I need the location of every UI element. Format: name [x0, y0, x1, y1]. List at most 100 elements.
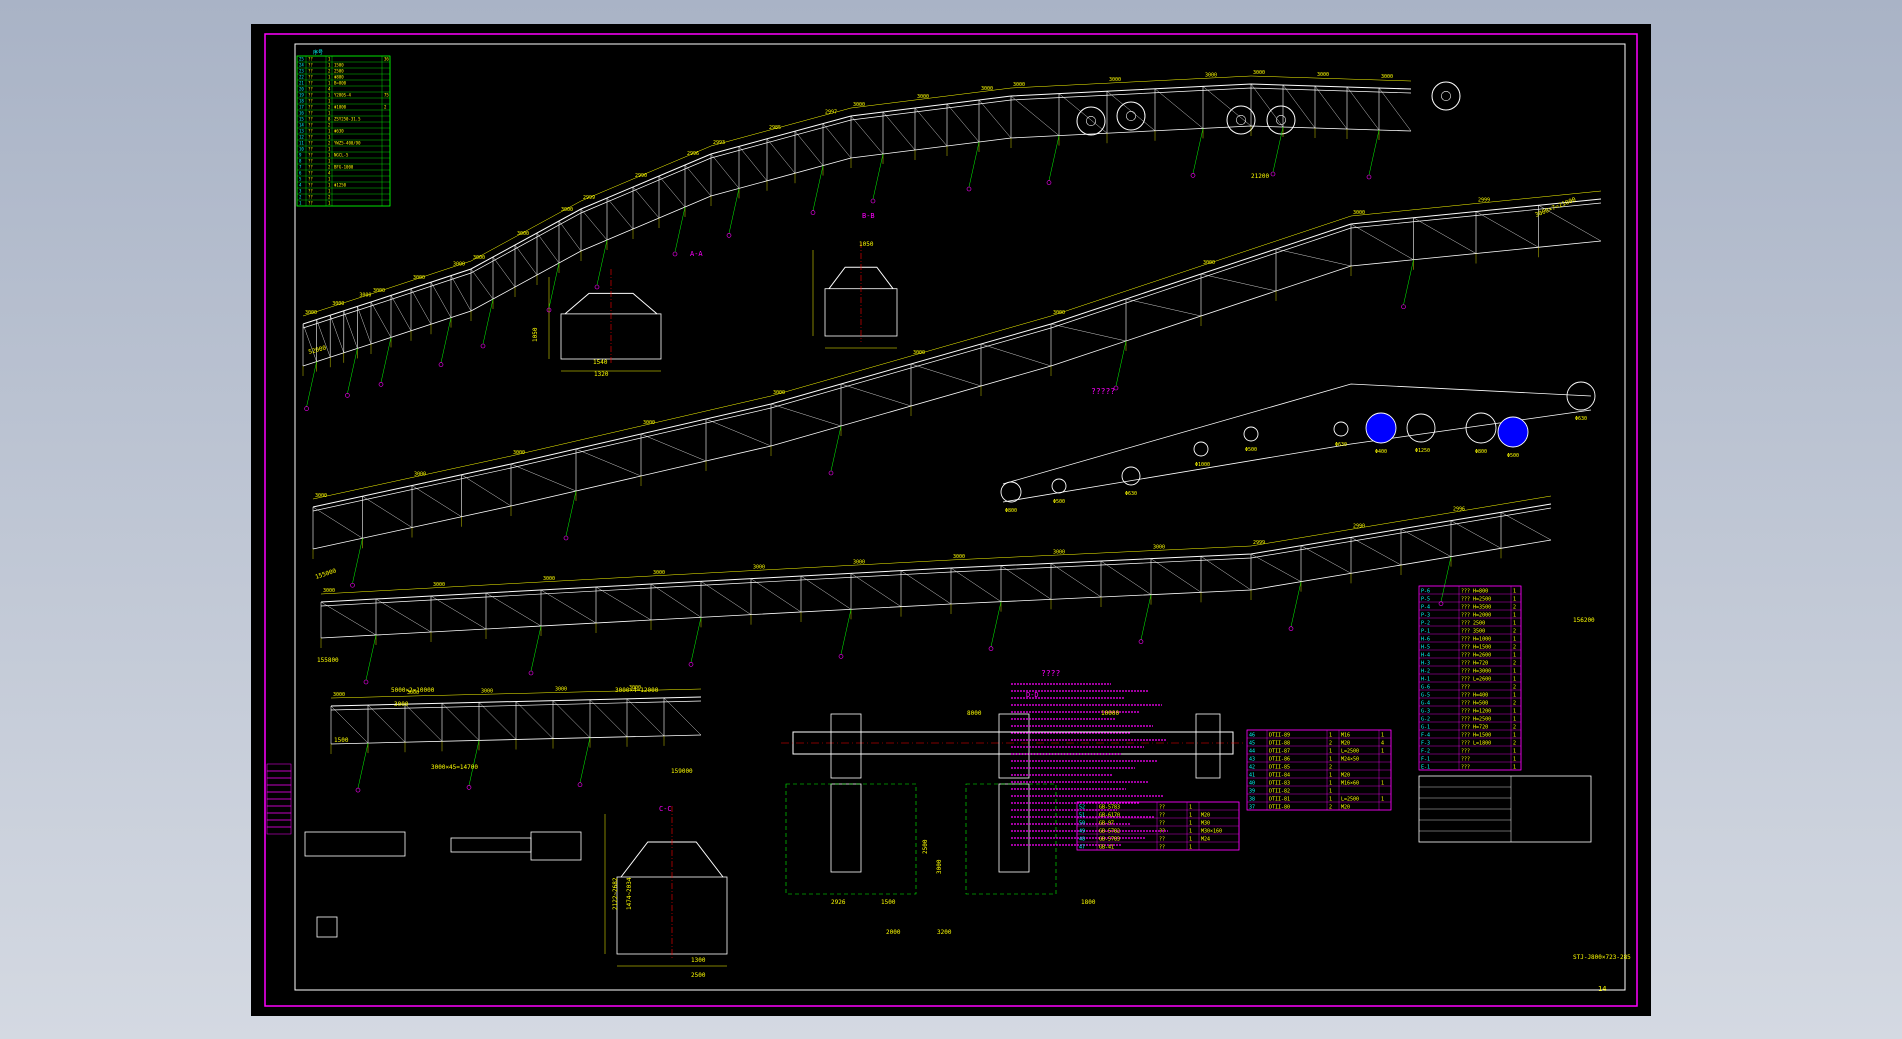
side-strip-cell [266, 819, 292, 828]
view1-brace [978, 99, 1012, 139]
bom-left-cell: 1 [328, 183, 331, 188]
view2-brace [575, 448, 642, 477]
scheme-pulley-label: Φ630 [1125, 491, 1137, 497]
bom-right-cell: H-4 [1421, 653, 1430, 659]
bom-right-cell: 1 [1513, 621, 1516, 627]
view2-dim-label: 3000 [315, 493, 327, 499]
view3-dim-label: 2999 [1253, 540, 1265, 546]
view1-dim-label: 3000 [1205, 72, 1217, 78]
scheme-pulley-label: Φ630 [1575, 416, 1587, 422]
view3-leader [1440, 556, 1452, 602]
bom-low-cell: 49 [1079, 829, 1085, 835]
bom-left-cell: ?? [308, 147, 313, 152]
view2-top-rail [312, 198, 1602, 508]
view1-leader [380, 337, 392, 383]
bom-left-cell: 8 [328, 117, 331, 122]
sec-c-width: 1300 [691, 957, 706, 964]
view4-brace [367, 704, 406, 743]
bom-right-cell: H-1 [1421, 677, 1430, 683]
view2-dim-label: 3000 [643, 420, 655, 426]
bom-left-cell: 1 [328, 111, 331, 116]
scheme-title: ????? [1091, 387, 1115, 396]
bom-right-cell: ??? [1461, 765, 1470, 771]
bom-left-cell: ?? [308, 123, 313, 128]
motor-unit [830, 783, 862, 873]
bom-left-cell: 2 [328, 123, 331, 128]
view3-leader [990, 601, 1002, 647]
view2-leader [1403, 259, 1414, 305]
scheme-pulley-label: Φ500 [1507, 453, 1519, 459]
view1-dim-label: 2997 [825, 110, 837, 116]
bom-mid-cell: 37 [1249, 805, 1255, 811]
view1-brace [390, 295, 412, 331]
bom-low-cell: 1 [1189, 813, 1192, 819]
view1-leader [1368, 129, 1380, 176]
bom-right-cell: ??? L=2600 [1461, 677, 1491, 683]
bom-low-cell: ?? [1159, 845, 1165, 851]
view1-dim-label: 3000 [1013, 82, 1025, 88]
view4-dim-e: 3000 [394, 701, 409, 708]
view3-leader [840, 609, 852, 655]
tail-plan [304, 831, 406, 857]
view1-brace [766, 138, 796, 174]
view1-brace [450, 275, 472, 312]
bom-mid-cell: DTII-80 [1269, 805, 1290, 811]
view3-leader [690, 617, 702, 663]
leader-layer [304, 126, 1452, 895]
bom-left-cell: ?? [308, 195, 313, 200]
scheme-pulley [1406, 413, 1436, 443]
drive-width-b: 1800 [1081, 899, 1096, 906]
bom-mid-cell: 2 [1329, 765, 1332, 771]
bom-mid-cell: 46 [1249, 733, 1255, 739]
bom-left-cell: B=800 [334, 81, 347, 86]
view1-balloon [672, 251, 678, 257]
bom-left-cell: 3 [299, 189, 302, 194]
scheme-pulley-label: Φ1000 [1195, 462, 1210, 468]
bom-right-cell: ??? H=2500 [1461, 717, 1491, 723]
bom-left-cell: 4 [328, 171, 331, 176]
bom-mid-cell: 2 [1329, 741, 1332, 747]
bom-right-cell: ??? [1461, 685, 1470, 691]
bom-right-cell: 2 [1513, 725, 1516, 731]
structure-layer [302, 81, 1602, 960]
bom-right-cell: ??? H=2000 [1461, 613, 1491, 619]
view2-balloon [828, 470, 834, 476]
view1-brace [1058, 93, 1108, 134]
bom-left-cell: 19 [299, 93, 304, 98]
view1-brace [946, 103, 980, 143]
view1-dim-line [302, 75, 1412, 317]
view1-brace [343, 310, 358, 349]
drive-pulley-hub [1126, 111, 1136, 121]
notes-title: ???? [1041, 669, 1060, 678]
bom-mid-cell: M16 [1341, 733, 1350, 739]
view2-total-length: 155000 [314, 567, 337, 580]
view1-dim-label: 3000 [1109, 77, 1121, 83]
drive-dim-a: 2926 [831, 899, 846, 906]
view1-brace [1010, 95, 1060, 136]
bom-right-cell: 2 [1513, 661, 1516, 667]
view1-dim-label: 3000 [332, 301, 344, 307]
bom-right-cell: H-2 [1421, 669, 1430, 675]
bom-left-cell: 1 [328, 177, 331, 182]
view3-top-rail [320, 503, 1552, 603]
bom-low-cell: GB-5783 [1099, 837, 1120, 843]
bom-left-cell: ?? [308, 75, 313, 80]
bom-low-cell: 51 [1079, 813, 1085, 819]
bom-right-cell: ??? H=3000 [1461, 669, 1491, 675]
view1-dim-label: 3000 [517, 231, 529, 237]
bom-right-cell: E-1 [1421, 765, 1430, 771]
bom-left-cell: 14 [299, 123, 304, 128]
bom-mid-cell: 1 [1381, 797, 1384, 803]
scheme-pulley [1365, 412, 1397, 444]
view2-brace [705, 418, 772, 447]
view3-balloon [988, 646, 994, 651]
bom-left-cell: 22 [299, 75, 304, 80]
bom-left-cell: Φ1250 [334, 183, 347, 188]
view2-balloon [563, 535, 569, 541]
bom-right-cell: G-4 [1421, 701, 1430, 707]
bom-left-cell: 1 [328, 201, 331, 206]
view1-balloon [1366, 174, 1372, 180]
bom-left-cell: 2 [328, 195, 331, 200]
bom-right-cell: 2 [1513, 741, 1516, 747]
bom-right-cell: H-3 [1421, 661, 1430, 667]
